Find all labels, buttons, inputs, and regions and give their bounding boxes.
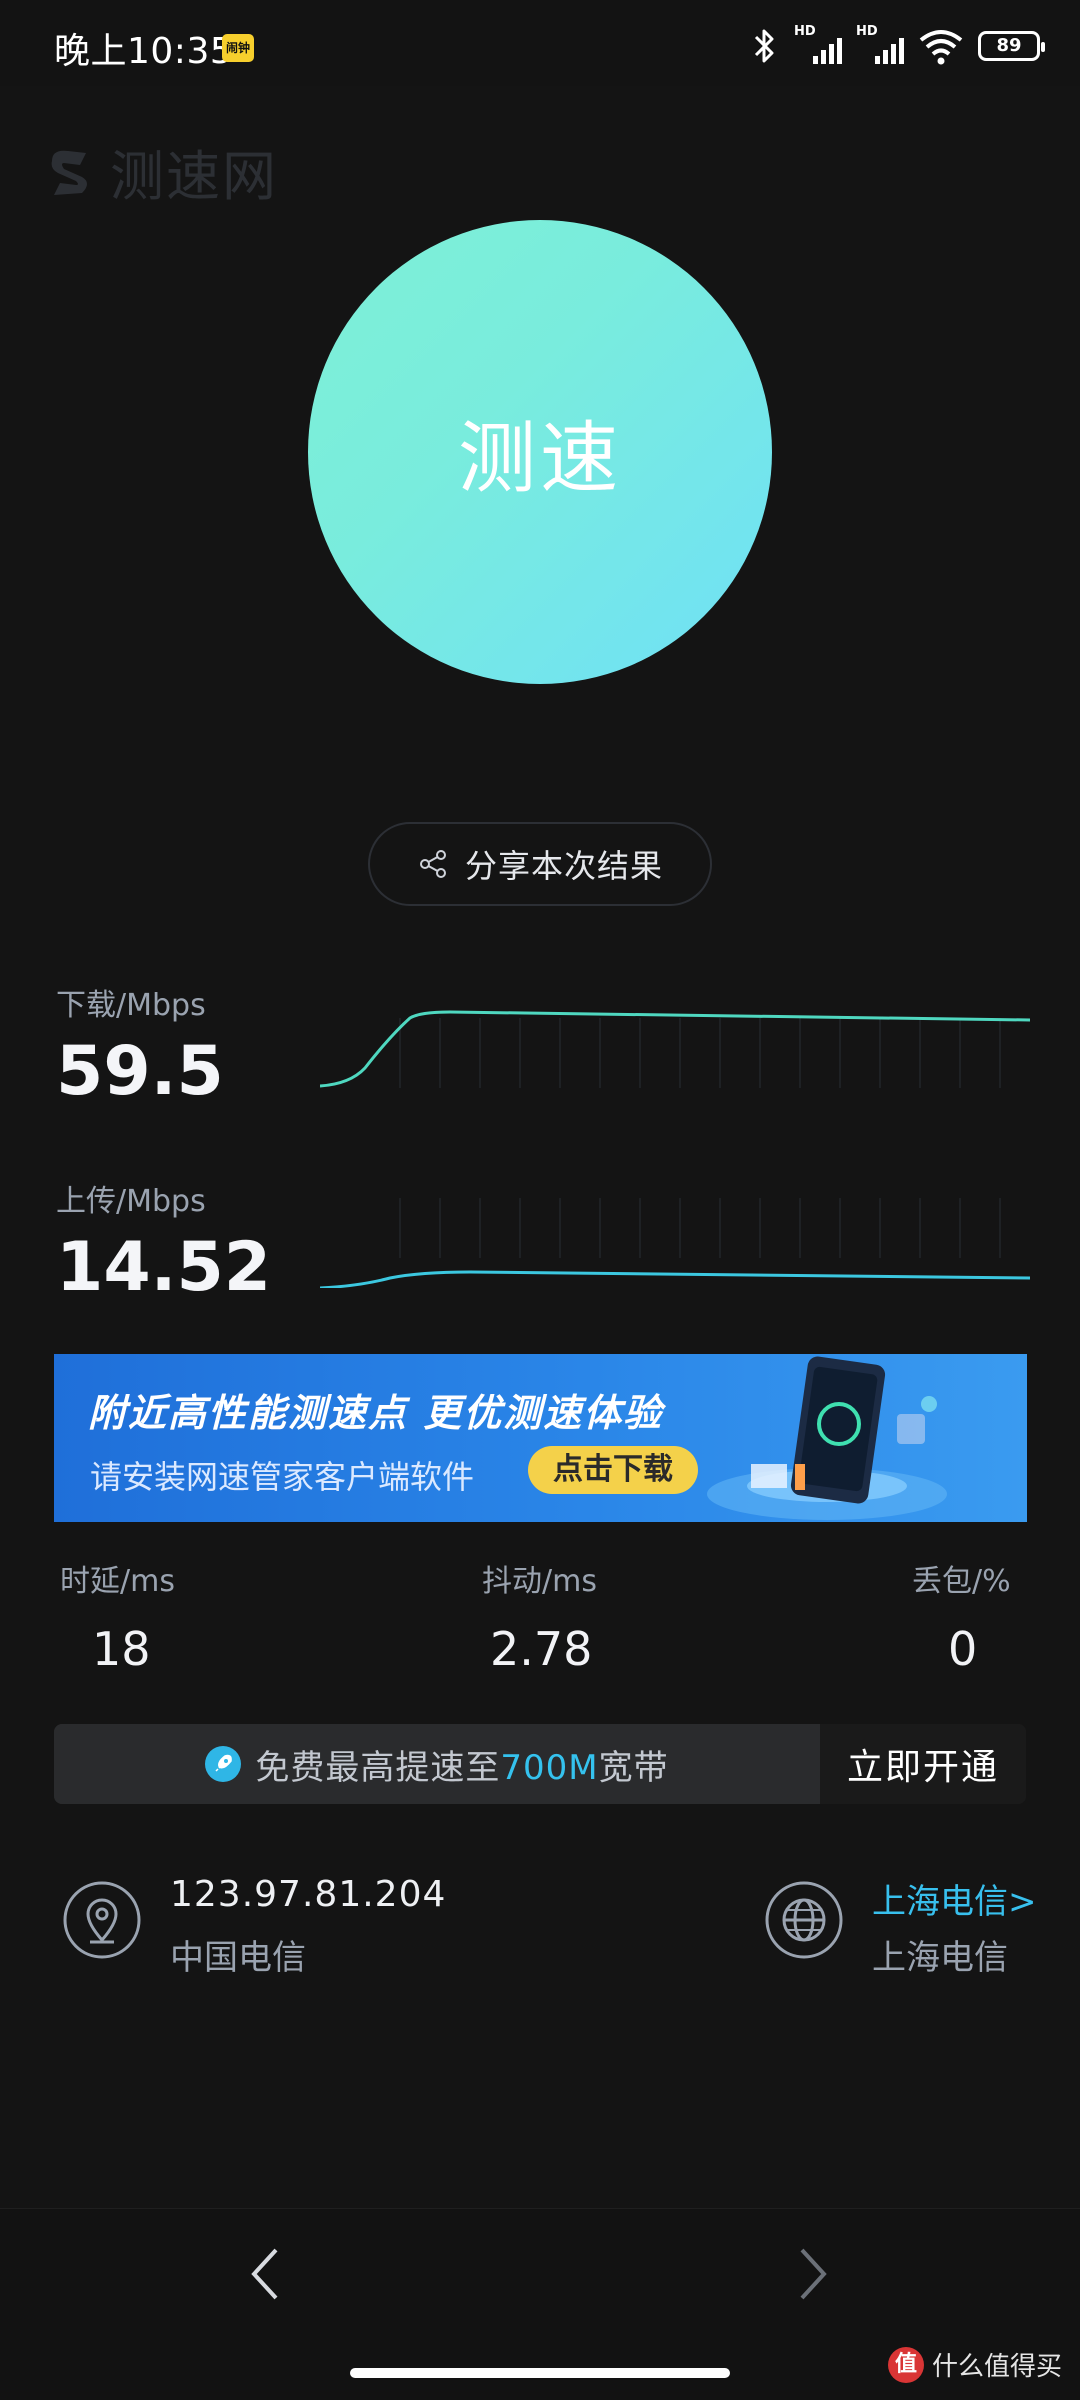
app-logo: 测速网 [42, 132, 278, 211]
upload-chart [320, 1198, 1030, 1288]
upload-chart-grid [399, 1198, 1001, 1258]
ad-banner[interactable]: 附近高性能测速点 更优测速体验 请安装网速管家客户端软件 点击下载 [54, 1354, 1027, 1522]
signal-icon: HD [856, 24, 904, 66]
bluetooth-icon [754, 29, 774, 63]
latency-value: 18 [92, 1622, 151, 1676]
isp-name: 中国电信 [170, 1938, 306, 1978]
promo-text-prefix: 免费最高提速至 [255, 1747, 501, 1788]
home-indicator[interactable] [350, 2368, 730, 2378]
promo-text-suffix: 宽带 [598, 1747, 669, 1788]
watermark-logo-icon: 值 [887, 2346, 924, 2383]
watermark-text: 什么值得买 [931, 2352, 1062, 2382]
phone-illustration-icon [707, 1356, 947, 1520]
ad-headline: 附近高性能测速点 更优测速体验 [88, 1391, 664, 1435]
latency-label: 时延/ms [60, 1564, 175, 1599]
packet-loss-label: 丢包/% [912, 1564, 1011, 1599]
jitter-label: 抖动/ms [482, 1564, 597, 1599]
ad-subtext: 请安装网速管家客户端软件 [90, 1458, 475, 1496]
promo-text-highlight: 700M [500, 1747, 599, 1788]
server-select-link[interactable]: 上海电信> [872, 1874, 1037, 1923]
alarm-badge-icon: 闹钟 [222, 34, 254, 62]
share-icon [419, 850, 446, 878]
signal-icon: HD [794, 24, 842, 66]
chevron-left-icon[interactable] [246, 2242, 286, 2306]
status-icons: HD HD 89 [750, 24, 1045, 68]
chevron-right-icon[interactable] [792, 2242, 832, 2306]
promo-text: 免费最高提速至700M宽带 [255, 1740, 668, 1789]
start-test-label: 测速 [457, 414, 622, 504]
server-name: 上海电信 [872, 1938, 1008, 1978]
share-label: 分享本次结果 [464, 847, 663, 885]
ip-address: 123.97.81.204 [170, 1874, 447, 1915]
upload-curve [320, 1270, 1030, 1288]
watermark: 值 什么值得买 [887, 2346, 1062, 2383]
packet-loss-value: 0 [948, 1622, 978, 1676]
logo-icon [51, 150, 87, 195]
start-test-button[interactable]: 测速 [308, 220, 772, 684]
jitter-value: 2.78 [490, 1622, 593, 1676]
upload-label: 上传/Mbps [56, 1184, 206, 1219]
status-time: 晚上10:35 [54, 31, 234, 72]
download-label: 下载/Mbps [56, 988, 206, 1023]
download-curve [320, 1010, 1030, 1088]
hd-label: HD [856, 24, 878, 39]
promo-message[interactable]: 免费最高提速至700M宽带 [54, 1724, 820, 1804]
logo-text: 测速网 [110, 145, 278, 208]
upload-value: 14.52 [56, 1228, 272, 1307]
rocket-icon [205, 1746, 242, 1782]
download-value: 59.5 [56, 1032, 224, 1111]
download-chart [320, 1010, 1030, 1088]
globe-icon [765, 1881, 843, 1959]
battery-icon: 89 [978, 31, 1045, 61]
speedtest-screen: 晚上10:35 闹钟 HD HD 89 测速网 测速 分享本次结果 下载/Mbp… [0, 0, 1080, 2400]
share-result-button[interactable]: 分享本次结果 [368, 822, 712, 906]
status-bar: 晚上10:35 闹钟 HD HD 89 [0, 0, 1080, 86]
wifi-icon [919, 30, 963, 65]
download-chart-grid [399, 1018, 1001, 1088]
activate-now-button[interactable]: 立即开通 [820, 1724, 1026, 1804]
location-pin-icon [63, 1881, 141, 1959]
promo-bar: 免费最高提速至700M宽带 立即开通 [54, 1724, 1026, 1804]
hd-label: HD [794, 24, 816, 39]
